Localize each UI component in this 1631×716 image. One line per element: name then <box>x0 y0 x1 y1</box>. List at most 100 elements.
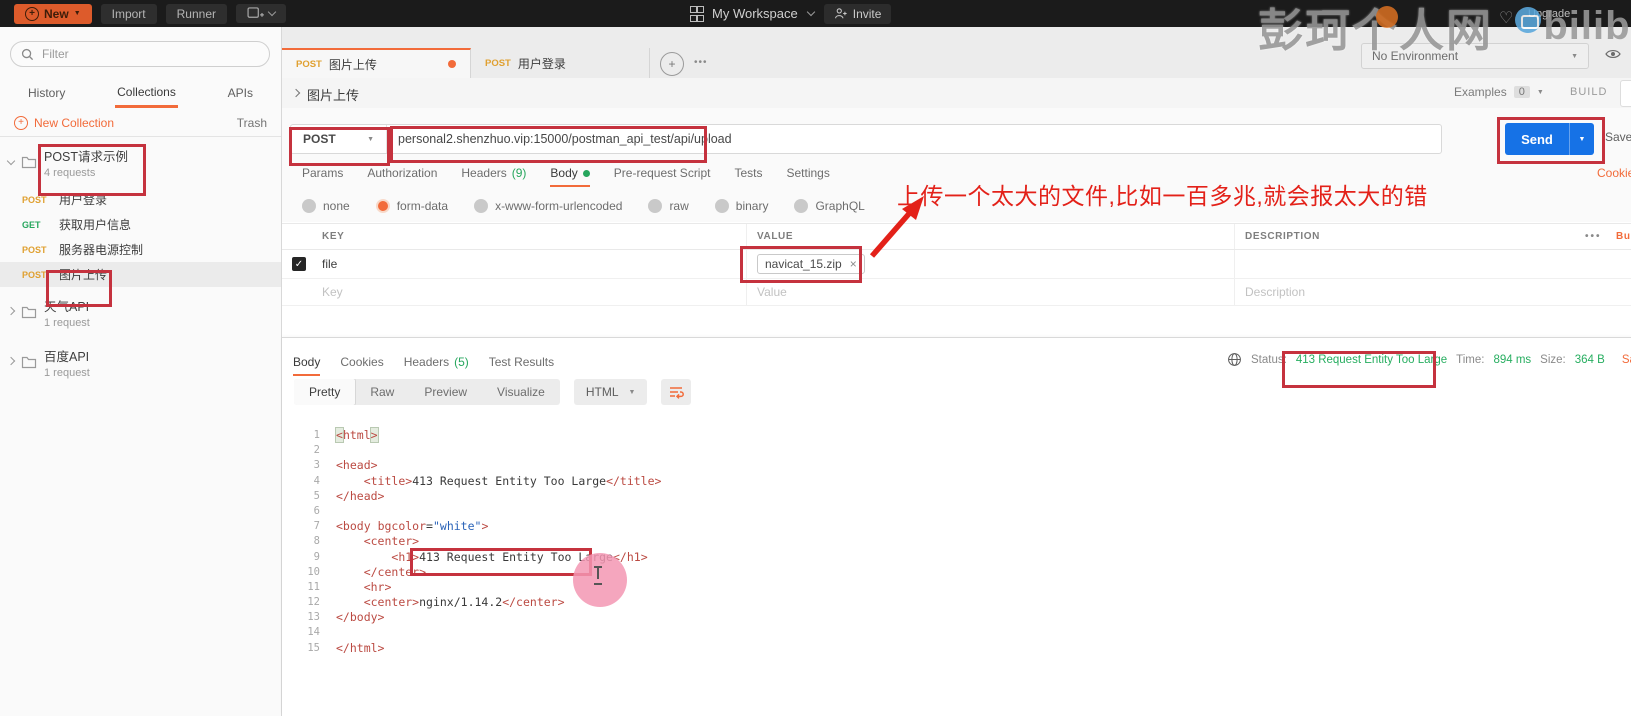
upgrade-button[interactable]: Upgrade <box>1528 8 1570 20</box>
sidebar-request-item[interactable]: POST服务器电源控制 <box>0 237 281 262</box>
view-pretty[interactable]: Pretty <box>294 379 356 405</box>
window-plus-icon <box>247 7 264 20</box>
response-panel: Body Cookies Headers(5) Test Results Status… <box>282 337 1631 716</box>
new-collection-button[interactable]: + New Collection <box>14 116 114 130</box>
chevron-right-icon <box>292 89 300 97</box>
radio-icon <box>376 199 390 213</box>
tab-body[interactable]: Body <box>550 157 589 189</box>
row-checkbox[interactable]: ✓ <box>292 257 306 271</box>
tab-label: Authorization <box>367 166 437 180</box>
edit-request-button[interactable] <box>1620 80 1631 107</box>
trash-button[interactable]: Trash <box>237 116 267 130</box>
collection-item[interactable]: POST请求示例4 requests <box>0 137 281 187</box>
code-line: 15</html> <box>294 641 1631 656</box>
mode-label: x-www-form-urlencoded <box>495 199 622 213</box>
file-chip: navicat_15.zip × <box>757 254 865 274</box>
chevron-right-icon[interactable] <box>7 306 15 314</box>
green-dot-icon <box>583 170 590 177</box>
table-options-button[interactable]: ••• <box>1585 231 1602 242</box>
tab-tests[interactable]: Tests <box>734 157 762 189</box>
send-options-dropdown[interactable]: ▼ <box>1569 123 1594 155</box>
code-line: 13</body> <box>294 610 1631 625</box>
url-input[interactable]: personal2.shenzhuo.vip:15000/postman_api… <box>387 132 732 146</box>
response-tab-body[interactable]: Body <box>293 346 320 378</box>
invite-button[interactable]: Invite <box>824 4 892 24</box>
code-line: 11 <hr> <box>294 580 1631 595</box>
sidebar-filter-input[interactable]: Filter <box>10 41 270 67</box>
unsaved-dot-icon <box>448 60 456 68</box>
breadcrumb[interactable]: 图片上传 <box>293 85 359 104</box>
sidebar-request-item[interactable]: POST图片上传 <box>0 262 281 287</box>
collection-item[interactable]: 百度API1 request <box>0 337 281 387</box>
body-mode-raw[interactable]: raw <box>648 199 688 213</box>
code-line: 2 <box>294 443 1631 458</box>
save-response-button[interactable]: Save Response <box>1622 354 1631 366</box>
new-button[interactable]: + New ▼ <box>14 4 92 24</box>
tab-strip: POST图片上传POST用户登录 + ••• No Environment ▼ <box>282 27 1631 79</box>
status-label: Status: <box>1251 354 1287 366</box>
tab-pre-request-script[interactable]: Pre-request Script <box>614 157 711 189</box>
view-preview[interactable]: Preview <box>409 379 482 405</box>
mode-label: raw <box>669 199 688 213</box>
body-mode-none[interactable]: none <box>302 199 350 213</box>
body-mode-form-data[interactable]: form-data <box>376 199 448 213</box>
description-placeholder[interactable]: Description <box>1245 285 1305 299</box>
request-tab[interactable]: POST图片上传 <box>282 48 471 78</box>
code-line: 3 <head> <box>294 458 1631 473</box>
chevron-down-icon[interactable] <box>7 156 15 164</box>
environment-selector[interactable]: No Environment ▼ <box>1361 43 1589 69</box>
send-label: Send <box>1505 132 1569 147</box>
runner-button[interactable]: Runner <box>166 4 227 24</box>
file-chip-name: navicat_15.zip <box>765 257 842 271</box>
format-selector[interactable]: HTML ▼ <box>574 379 648 405</box>
code-text: <head> <box>336 458 378 473</box>
value-placeholder[interactable]: Value <box>757 285 787 299</box>
collection-item[interactable]: 天气API1 request <box>0 287 281 337</box>
remove-file-icon[interactable]: × <box>850 257 857 271</box>
method-badge: POST <box>22 270 50 280</box>
new-window-button[interactable] <box>236 4 286 23</box>
tab-settings[interactable]: Settings <box>787 157 830 189</box>
sidebar-request-item[interactable]: GET获取用户信息 <box>0 212 281 237</box>
line-number: 3 <box>294 458 320 473</box>
examples-dropdown[interactable]: Examples 0 ▼ <box>1454 85 1544 99</box>
response-tab-cookies[interactable]: Cookies <box>340 346 383 378</box>
send-button[interactable]: Send ▼ <box>1505 123 1594 155</box>
view-visualize[interactable]: Visualize <box>482 379 560 405</box>
chevron-right-icon[interactable] <box>7 356 15 364</box>
method-badge: POST <box>22 195 50 205</box>
response-body-code[interactable]: 1<html>23<head>4 <title>413 Request Enti… <box>282 416 1631 716</box>
tab-options-button[interactable]: ••• <box>694 57 708 78</box>
tab-authorization[interactable]: Authorization <box>367 157 437 189</box>
open-new-tab-button[interactable]: + <box>660 52 684 76</box>
save-button[interactable]: Save <box>1605 130 1631 144</box>
environment-quick-look-icon[interactable] <box>1605 47 1621 61</box>
wrap-text-button[interactable] <box>661 379 691 405</box>
code-line: 8 <center> <box>294 534 1631 549</box>
code-text: <h1>413 Request Entity Too Large</h1> <box>336 550 648 565</box>
bulk-edit-link[interactable]: Bulk Edit <box>1616 231 1631 242</box>
method-selector[interactable]: POST ▼ <box>291 125 387 153</box>
time-value: 894 ms <box>1493 354 1531 366</box>
sidebar-request-item[interactable]: POST用户登录 <box>0 187 281 212</box>
sidebar-tab-collections[interactable]: Collections <box>115 79 178 108</box>
view-raw[interactable]: Raw <box>355 379 409 405</box>
body-mode-binary[interactable]: binary <box>715 199 769 213</box>
workspace-switcher[interactable]: My Workspace <box>712 6 798 21</box>
tab-label: Cookies <box>340 355 383 369</box>
radio-icon <box>302 199 316 213</box>
body-mode-GraphQL[interactable]: GraphQL <box>794 199 864 213</box>
sidebar-tab-apis[interactable]: APIs <box>226 80 255 106</box>
key-placeholder[interactable]: Key <box>322 285 343 299</box>
wrap-text-icon <box>668 385 684 399</box>
cookies-link[interactable]: Cookies <box>1597 166 1631 180</box>
response-tab-headers[interactable]: Headers(5) <box>404 346 469 378</box>
tab-headers[interactable]: Headers(9) <box>461 157 526 189</box>
key-cell[interactable]: file <box>322 257 337 271</box>
tab-params[interactable]: Params <box>302 157 343 189</box>
response-tab-test-results[interactable]: Test Results <box>489 346 554 378</box>
sidebar-tab-history[interactable]: History <box>26 80 67 106</box>
body-mode-x-www-form-urlencoded[interactable]: x-www-form-urlencoded <box>474 199 622 213</box>
import-button[interactable]: Import <box>101 4 157 24</box>
request-tab[interactable]: POST用户登录 <box>471 48 650 78</box>
